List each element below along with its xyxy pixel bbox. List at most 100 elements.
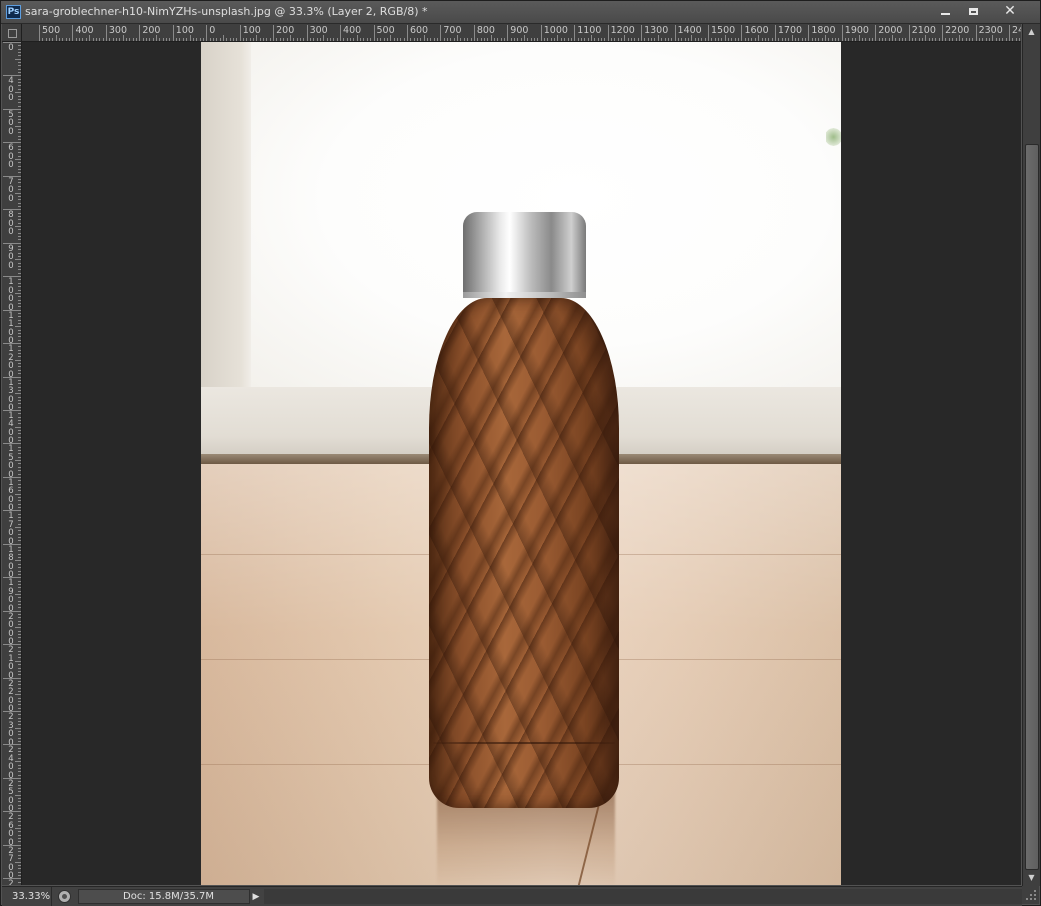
- ruler-minor-tick: [18, 704, 21, 706]
- ruler-minor-tick: [667, 38, 669, 41]
- ruler-label: 2300: [978, 25, 1003, 36]
- ruler-minor-tick: [156, 35, 158, 41]
- ruler-label: 400: [8, 76, 14, 104]
- document-image[interactable]: [201, 42, 841, 885]
- ruler-minor-tick: [75, 38, 77, 41]
- vertical-scrollbar[interactable]: ▲ ▼: [1022, 24, 1040, 886]
- ruler-minor-tick: [651, 38, 653, 41]
- ruler-minor-tick: [547, 38, 549, 41]
- ruler-minor-tick: [18, 379, 21, 381]
- ruler-minor-tick: [249, 38, 251, 41]
- ruler-minor-tick: [18, 473, 21, 475]
- ruler-minor-tick: [18, 838, 21, 840]
- ruler-label: 600: [8, 143, 14, 171]
- ruler-minor-tick: [704, 38, 706, 41]
- ruler-minor-tick: [246, 38, 248, 41]
- ruler-minor-tick: [356, 35, 358, 41]
- ruler-tick: [172, 25, 174, 41]
- ruler-minor-tick: [18, 122, 21, 124]
- ruler-minor-tick: [18, 430, 21, 432]
- ruler-minor-tick: [567, 38, 569, 41]
- ruler-minor-tick: [115, 38, 117, 41]
- maximize-button[interactable]: [960, 2, 986, 20]
- ruler-minor-tick: [687, 38, 689, 41]
- minimize-icon: [940, 13, 950, 15]
- ruler-tick: [741, 25, 743, 41]
- horizontal-scroll-track[interactable]: [264, 889, 1022, 904]
- resize-grip-icon[interactable]: [1022, 886, 1039, 904]
- status-menu-arrow-icon[interactable]: ▶: [250, 890, 262, 904]
- ruler-label: 0: [209, 25, 216, 36]
- ruler-minor-tick: [393, 38, 395, 41]
- ruler-minor-tick: [935, 38, 937, 41]
- ruler-minor-tick: [617, 38, 619, 41]
- ruler-minor-tick: [18, 286, 21, 288]
- ruler-minor-tick: [18, 316, 21, 318]
- ruler-label: 1500: [711, 25, 736, 36]
- horizontal-ruler[interactable]: 500 400 300 200 100 0 100 200 300 400 500 600 700 800…: [22, 24, 1021, 42]
- ruler-minor-tick: [303, 38, 305, 41]
- ruler-minor-tick: [751, 38, 753, 41]
- ruler-minor-tick: [530, 38, 532, 41]
- ruler-minor-tick: [18, 751, 21, 753]
- ruler-minor-tick: [728, 38, 730, 41]
- ruler-minor-tick: [89, 35, 91, 41]
- ruler-tick: [3, 711, 21, 712]
- ruler-label: 900: [8, 243, 14, 271]
- canvas-area[interactable]: [22, 42, 1021, 885]
- ruler-minor-tick: [18, 731, 21, 733]
- ruler-minor-tick: [18, 102, 21, 104]
- ruler-label: 2500: [8, 778, 14, 815]
- close-button[interactable]: ✕: [995, 2, 1025, 20]
- ruler-label: 800: [8, 210, 14, 238]
- vertical-ruler[interactable]: 0 400 500 600 700 800 900 1000 1100 1200 1300 1400 1…: [2, 42, 22, 885]
- zoom-level[interactable]: 33.33%: [2, 887, 52, 906]
- ruler-minor-tick: [18, 801, 21, 803]
- ruler-minor-tick: [510, 38, 512, 41]
- ruler-minor-tick: [383, 38, 385, 41]
- ruler-tick: [3, 644, 21, 646]
- ruler-tick: [942, 25, 944, 41]
- ruler-tick: [3, 209, 21, 211]
- ruler-minor-tick: [279, 38, 281, 41]
- ruler-minor-tick: [724, 35, 726, 41]
- ruler-minor-tick: [922, 38, 924, 41]
- status-info-icon[interactable]: [58, 890, 71, 903]
- minimize-button[interactable]: [932, 2, 958, 20]
- scroll-up-icon[interactable]: ▲: [1023, 24, 1040, 40]
- ruler-tick: [3, 376, 21, 378]
- ruler-tick: [39, 25, 40, 41]
- ruler-minor-tick: [825, 35, 827, 41]
- ruler-minor-tick: [858, 35, 860, 41]
- ruler-origin[interactable]: [2, 24, 22, 42]
- ruler-minor-tick: [15, 58, 21, 60]
- ruler-tick: [975, 25, 977, 41]
- ruler-minor-tick: [18, 637, 21, 639]
- ruler-minor-tick: [216, 38, 218, 41]
- ruler-minor-tick: [18, 239, 21, 241]
- ruler-minor-tick: [18, 215, 21, 217]
- ruler-tick: [239, 25, 241, 41]
- ruler-minor-tick: [18, 707, 21, 709]
- ruler-minor-tick: [253, 38, 255, 41]
- ruler-label: 900: [510, 25, 529, 36]
- title-bar[interactable]: Ps sara-groblechner-h10-NimYZHs-unsplash…: [1, 1, 1040, 24]
- ruler-minor-tick: [15, 560, 21, 562]
- ruler-minor-tick: [657, 35, 659, 41]
- ruler-label: 400: [75, 25, 94, 36]
- ruler-label: 2700: [8, 845, 14, 882]
- scroll-thumb[interactable]: [1025, 144, 1039, 870]
- ruler-minor-tick: [266, 38, 268, 41]
- ruler-minor-tick: [18, 436, 21, 438]
- ruler-minor-tick: [52, 38, 54, 41]
- ruler-label: 240: [1012, 25, 1021, 36]
- ruler-minor-tick: [694, 38, 696, 41]
- ruler-minor-tick: [868, 38, 870, 41]
- ruler-minor-tick: [99, 38, 101, 41]
- ruler-minor-tick: [18, 48, 21, 50]
- ruler-minor-tick: [968, 38, 970, 41]
- ruler-minor-tick: [18, 413, 21, 415]
- ruler-minor-tick: [18, 854, 21, 856]
- scroll-down-icon[interactable]: ▼: [1023, 870, 1040, 886]
- ruler-minor-tick: [470, 38, 472, 41]
